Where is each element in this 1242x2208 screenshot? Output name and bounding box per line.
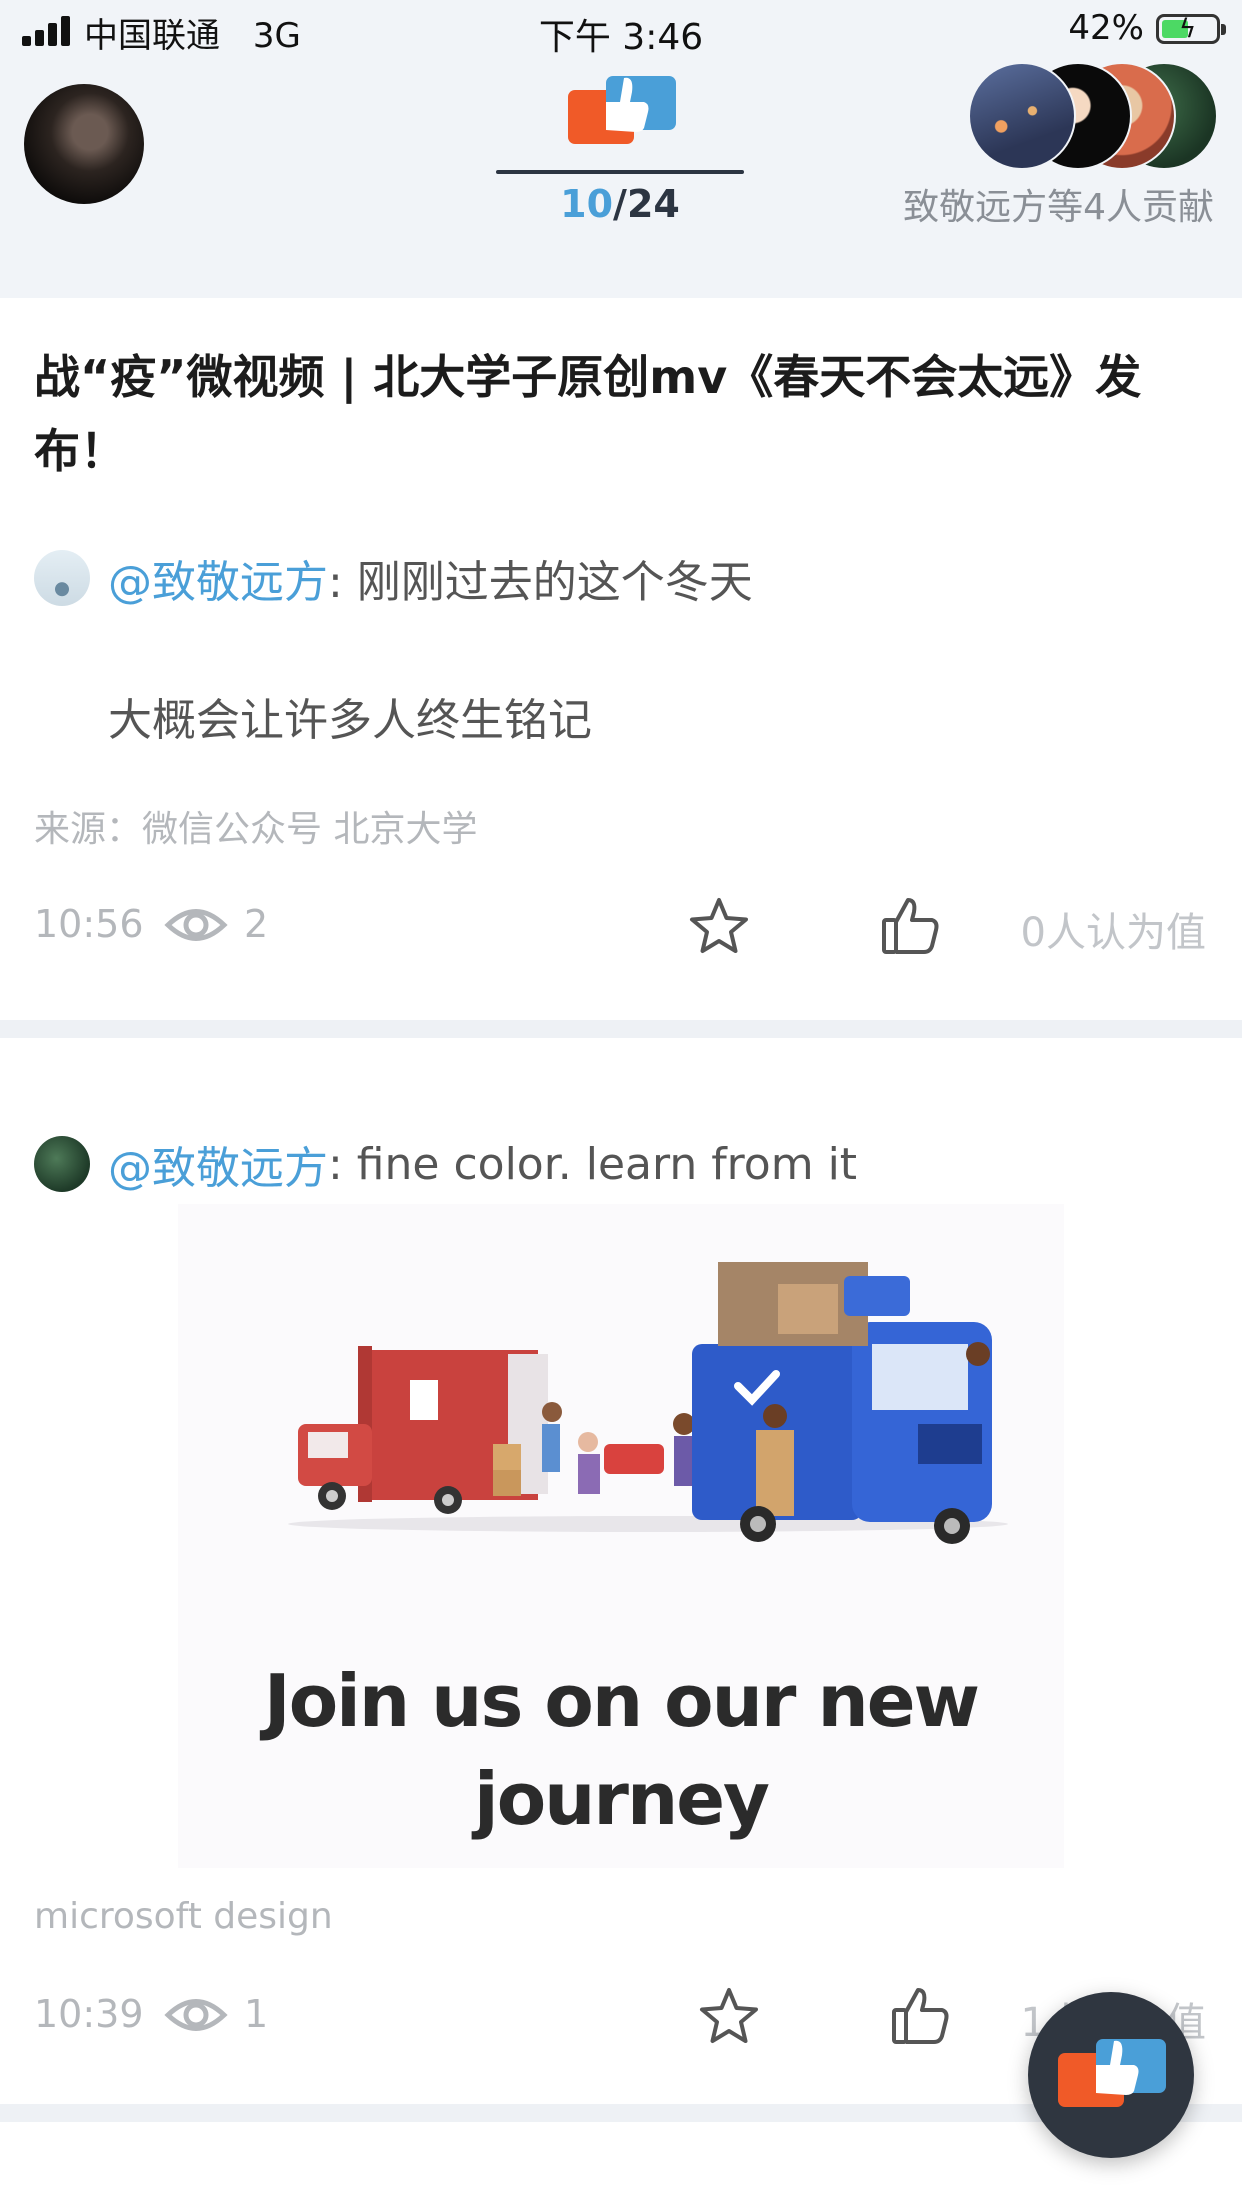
contributors-label[interactable]: 致敬远方等4人贡献 [903, 178, 1214, 230]
comment-text-line2: 大概会让许多人终生铭记 [108, 695, 592, 746]
floating-like-button[interactable] [1028, 1992, 1194, 2158]
clock: 下午 3:46 [538, 17, 704, 58]
post-time: 10:56 [34, 902, 144, 946]
top-header: 10/24 致敬远方等4人贡献 [0, 62, 1242, 298]
post-source: microsoft design [34, 1896, 333, 1937]
post-time: 10:39 [34, 1992, 144, 2036]
mention-link[interactable]: @致敬远方 [108, 546, 328, 610]
counter-separator: / [613, 182, 627, 226]
contributor-avatars[interactable] [968, 62, 1218, 172]
battery-charging-icon: ϟ [1156, 14, 1226, 44]
thumbs-up-logo-icon [1058, 2039, 1166, 2107]
user-avatar[interactable] [24, 84, 144, 204]
post-divider [0, 1020, 1242, 1038]
page-counter: 10/24 [496, 182, 744, 226]
status-bar: 中国联通 3G 下午 3:46 42% ϟ [0, 0, 1242, 62]
view-count: 1 [244, 1992, 269, 2036]
post-title[interactable]: 战“疫”微视频 | 北大学子原创mv《春天不会太远》发布！ [34, 340, 1194, 488]
comment-text: : 刚刚过去的这个冬天 [328, 557, 753, 608]
post-card[interactable]: 战“疫”微视频 | 北大学子原创mv《春天不会太远》发布！ @致敬远方 : 刚刚… [0, 298, 1242, 1020]
contributor-avatar [968, 62, 1076, 170]
tab-indicator [496, 170, 744, 174]
post-comment: @致敬远方 : 刚刚过去的这个冬天 [34, 546, 753, 610]
commenter-avatar[interactable] [34, 1136, 90, 1192]
post-comment: @致敬远方 : fine color. learn from it [34, 1132, 857, 1196]
thumbs-up-outline-icon[interactable] [890, 1986, 952, 2046]
commenter-avatar[interactable] [34, 550, 90, 606]
star-outline-icon[interactable] [698, 1986, 760, 2046]
post-meta: 10:56 2 0人认为值 [0, 896, 1242, 956]
comment-text: : fine color. learn from it [328, 1138, 858, 1190]
star-outline-icon[interactable] [688, 896, 750, 956]
image-headline: Join us on our new journey [263, 1659, 980, 1841]
eye-icon [164, 1999, 228, 2031]
post-source: 来源：微信公众号 北京大学 [34, 809, 478, 850]
mention-link[interactable]: @致敬远方 [108, 1132, 328, 1196]
counter-current: 10 [560, 182, 614, 226]
thumbs-up-outline-icon[interactable] [880, 896, 942, 956]
post-image[interactable]: Join us on our new journey [178, 1204, 1064, 1868]
eye-icon [164, 909, 228, 941]
counter-total: 24 [626, 182, 680, 226]
view-count: 2 [244, 902, 269, 946]
thumbs-up-logo-icon[interactable] [564, 62, 680, 162]
battery-percent: 42% [1068, 8, 1144, 48]
worth-count[interactable]: 0人认为值 [1021, 900, 1206, 958]
